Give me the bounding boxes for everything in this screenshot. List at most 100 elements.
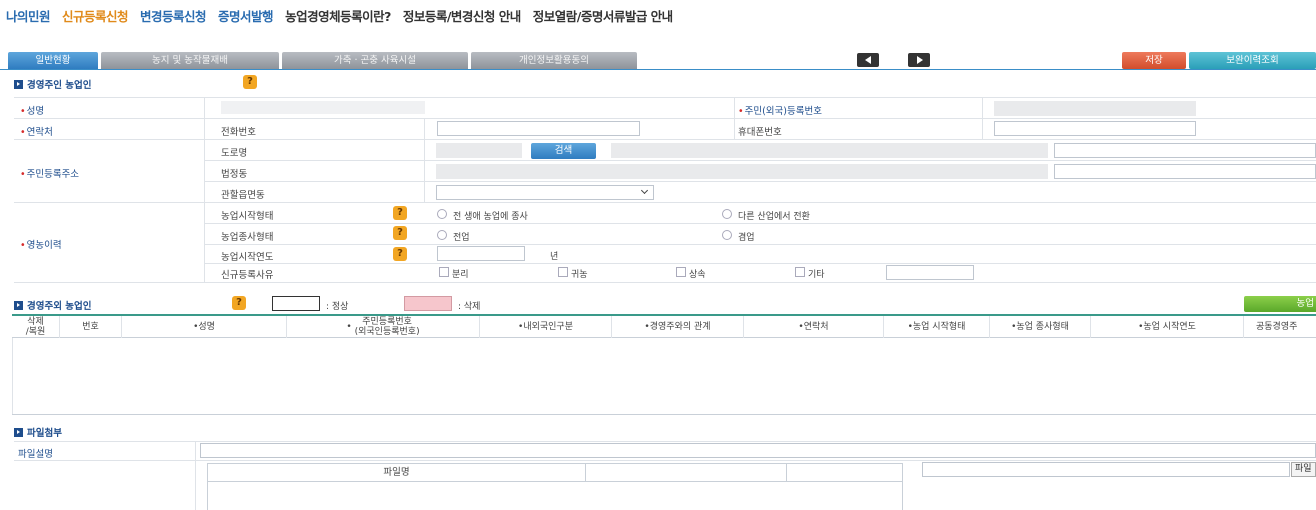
file-list-header: 파일명 [208, 464, 902, 482]
col-delete-restore: 삭제 /복원 [12, 316, 60, 338]
divider [14, 460, 1316, 461]
arrow-right-icon [917, 56, 923, 64]
tab-privacy[interactable]: 개인정보활용동의 [471, 52, 637, 69]
divider [12, 338, 13, 414]
file-desc-label: 파일설명 [18, 449, 53, 460]
reason-other-input[interactable] [886, 265, 974, 280]
mobile-input[interactable] [994, 121, 1196, 136]
col-nationality: 내외국인구분 [480, 316, 612, 338]
nav-register-guide[interactable]: 정보등록/변경신청 안내 [403, 6, 521, 25]
divider [204, 181, 1316, 182]
phone-input[interactable] [437, 121, 640, 136]
history-button[interactable]: 보완이력조회 [1189, 52, 1316, 69]
reason-checkbox-2[interactable] [558, 267, 568, 277]
address-search-button[interactable]: 검색 [531, 143, 596, 159]
divider [14, 139, 1316, 140]
start-type-opt1-label: 전 생애 농업에 종사 [453, 212, 528, 222]
add-farmer-button[interactable]: 농업 [1244, 296, 1316, 312]
legal-dong-detail-input[interactable] [1054, 164, 1316, 179]
tab-general[interactable]: 일반현황 [8, 52, 98, 69]
col-co-owner: 공동경영주 [1256, 322, 1298, 332]
file-browse-button[interactable]: 파일 [1291, 462, 1316, 477]
contact-label: 연락처 [20, 124, 53, 138]
divider [14, 441, 1316, 442]
section-arrow-icon [14, 79, 23, 89]
section-file-title: 파일첨부 [14, 425, 62, 439]
section-file-label: 파일첨부 [27, 428, 62, 439]
file-desc-input[interactable] [200, 443, 1316, 458]
arrow-left-icon [865, 56, 871, 64]
nav-new-registration[interactable]: 신규등록신청 [62, 6, 129, 25]
divider [424, 118, 425, 202]
chevron-down-icon [640, 186, 649, 195]
phone-label: 전화번호 [221, 127, 256, 138]
resident-number-label: 주민(외국)등록번호 [738, 103, 822, 117]
col-contact: 연락처 [744, 316, 884, 338]
nav-my-civil[interactable]: 나의민원 [6, 6, 51, 25]
divider [734, 97, 735, 139]
nav-about[interactable]: 농업경영체등록이란? [285, 6, 391, 25]
reason-checkbox-4[interactable] [795, 267, 805, 277]
prev-button[interactable] [857, 53, 879, 67]
year-unit: 년 [550, 252, 559, 262]
tab-farmland[interactable]: 농지 및 농작물재배 [101, 52, 279, 69]
divider [14, 118, 1316, 119]
start-type-label: 농업시작형태 [221, 211, 274, 222]
file-header-cell [586, 464, 787, 482]
road-name-label: 도로명 [221, 148, 248, 159]
section-other-label: 경영주외 농업인 [27, 301, 92, 312]
help-icon[interactable]: ? [243, 75, 257, 89]
divider [204, 97, 205, 282]
filename-header: 파일명 [208, 464, 586, 482]
start-type-radio-2[interactable] [722, 209, 732, 219]
tab-livestock[interactable]: 가축 · 곤충 사육시설 [282, 52, 468, 69]
legal-dong-field [436, 164, 1048, 179]
divider [14, 97, 1316, 98]
legend-deleted-swatch [404, 296, 452, 311]
zipcode-field [436, 143, 522, 158]
work-type-radio-2[interactable] [722, 230, 732, 240]
divider [14, 202, 1316, 203]
start-type-radio-1[interactable] [437, 209, 447, 219]
career-label: 영농이력 [20, 237, 62, 251]
reason-opt-label: 분리 [452, 270, 469, 280]
col-relationship: 경영주와의 관계 [612, 316, 744, 338]
section-owner-title: 경영주인 농업인 [14, 77, 92, 91]
nav-view-guide[interactable]: 정보열람/증명서류발급 안내 [533, 6, 673, 25]
help-icon[interactable]: ? [232, 296, 246, 310]
divider [204, 160, 1316, 161]
col-start-type: 농업 시작형태 [884, 316, 990, 338]
divider [204, 244, 1316, 245]
legend-normal-swatch [272, 296, 320, 311]
file-path-input[interactable] [922, 462, 1290, 477]
col-work-type: 농업 종사형태 [990, 316, 1091, 338]
reason-checkbox-1[interactable] [439, 267, 449, 277]
other-farmers-table-header: 삭제 /복원 번호 성명 주민등록번호 (외국인등록번호) 내외국인구분 경영주… [12, 314, 1316, 338]
nav-certificate[interactable]: 증명서발행 [218, 6, 274, 25]
help-icon[interactable]: ? [393, 226, 407, 240]
legal-dong-label: 법정동 [221, 169, 248, 180]
name-label: 성명 [20, 103, 44, 117]
jurisdiction-select[interactable] [436, 185, 654, 200]
work-type-radio-1[interactable] [437, 230, 447, 240]
work-type-opt1-label: 전업 [453, 233, 470, 243]
divider [982, 97, 983, 139]
resident-number-field [994, 101, 1196, 116]
reason-checkbox-3[interactable] [676, 267, 686, 277]
road-detail-input[interactable] [1054, 143, 1316, 158]
save-button[interactable]: 저장 [1122, 52, 1186, 69]
next-button[interactable] [908, 53, 930, 67]
mobile-label: 휴대폰번호 [738, 127, 782, 138]
reason-opt-label: 귀농 [571, 270, 588, 280]
name-value [221, 101, 425, 114]
start-year-label: 농업시작연도 [221, 252, 274, 263]
section-owner-label: 경영주인 농업인 [27, 80, 92, 91]
start-year-input[interactable] [437, 246, 525, 261]
help-icon[interactable]: ? [393, 206, 407, 220]
reason-label: 신규등록사유 [221, 270, 274, 281]
reason-opt-label: 상속 [689, 270, 706, 280]
help-icon[interactable]: ? [393, 247, 407, 261]
nav-change-registration[interactable]: 변경등록신청 [140, 6, 207, 25]
legend-deleted-label: : 삭제 [458, 302, 481, 312]
divider [12, 414, 1316, 415]
